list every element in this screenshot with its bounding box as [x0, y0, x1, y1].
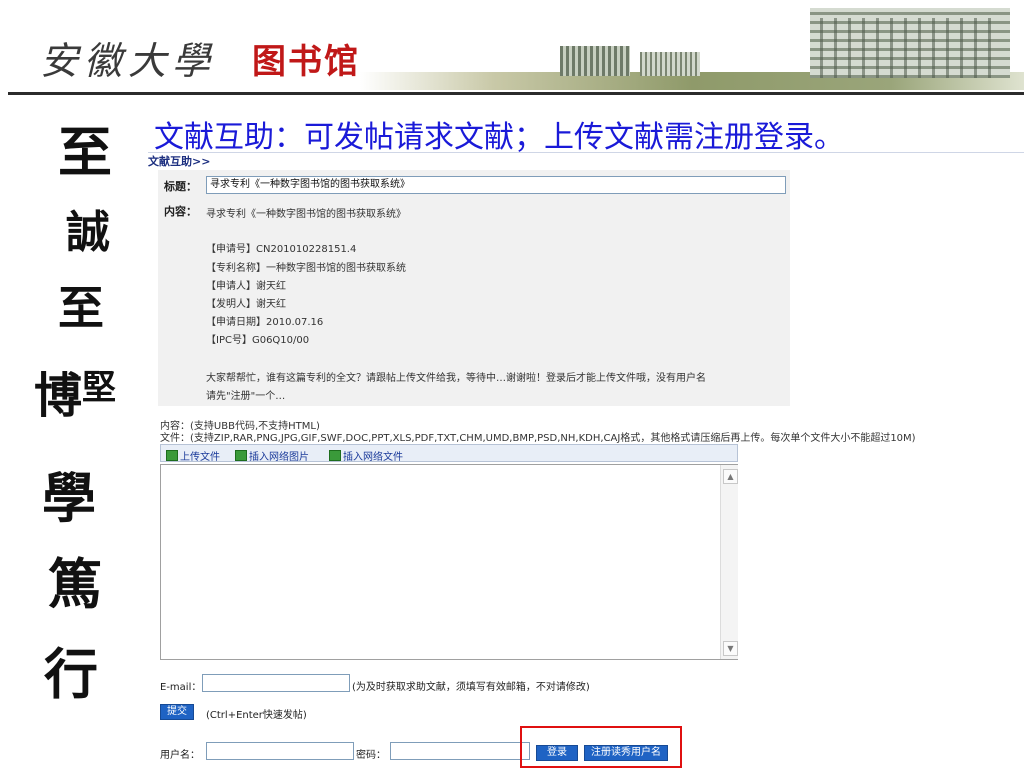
breadcrumb-divider — [148, 152, 1024, 153]
content-label: 内容： — [164, 205, 197, 218]
file-icon — [329, 450, 341, 461]
scroll-down-icon[interactable]: ▼ — [723, 641, 738, 656]
post-content-line: 请先"注册"一个… — [206, 391, 286, 402]
library-name: 图书馆 — [252, 42, 360, 82]
email-field[interactable] — [202, 674, 350, 692]
file-format-note: 文件：(支持ZIP,RAR,PNG,JPG,GIF,SWF,DOC,PPT,XL… — [160, 433, 916, 444]
motto-char-4: 博 — [34, 368, 83, 424]
username-label: 用户名： — [160, 750, 200, 761]
title-label: 标题： — [164, 180, 197, 193]
title-field[interactable]: 寻求专利《一种数字图书馆的图书获取系统》 — [206, 176, 786, 194]
library-building-windows — [820, 18, 1000, 78]
university-name: 安徽大學 — [40, 39, 217, 83]
building-image — [640, 52, 700, 76]
post-content-line: 【专利名称】一种数字图书馆的图书获取系统 — [206, 263, 406, 274]
slide-headline: 文献互助：可发帖请求文献；上传文献需注册登录。 — [154, 120, 844, 155]
editor-toolbar: 上传文件 插入网络图片 插入网络文件 — [160, 444, 738, 463]
motto-char-2: 誠 — [66, 207, 110, 258]
password-field[interactable] — [390, 742, 530, 760]
header-banner: 安徽大學 图书馆 — [0, 0, 1024, 96]
banner-divider — [8, 92, 1024, 95]
insert-file-button[interactable]: 插入网络文件 — [329, 448, 403, 463]
motto-char-6: 學 — [42, 466, 96, 530]
textarea-scrollbar[interactable]: ▲ ▼ — [720, 465, 738, 659]
post-content-line: 【申请号】CN201010228151.4 — [206, 244, 357, 255]
submit-button[interactable]: 提交 — [160, 704, 194, 720]
breadcrumb[interactable]: 文献互助>> — [148, 153, 210, 169]
motto-char-1: 至 — [58, 120, 112, 184]
image-icon — [235, 450, 247, 461]
post-content-line: 【申请人】谢天红 — [206, 281, 286, 292]
upload-file-button[interactable]: 上传文件 — [166, 448, 220, 463]
upload-file-label: 上传文件 — [180, 452, 220, 463]
email-hint: (为及时获取求助文献，须填写有效邮箱，不对请修改) — [352, 682, 590, 693]
scroll-up-icon[interactable]: ▲ — [723, 469, 738, 484]
post-content-line: 【IPC号】G06Q10/00 — [206, 335, 310, 346]
motto-char-8: 行 — [44, 642, 98, 706]
post-content-line: 【申请日期】2010.07.16 — [206, 317, 324, 328]
content-textarea[interactable] — [160, 464, 738, 660]
post-content-line: 寻求专利《一种数字图书馆的图书获取系统》 — [206, 209, 406, 220]
username-field[interactable] — [206, 742, 354, 760]
building-image — [560, 46, 630, 76]
insert-image-button[interactable]: 插入网络图片 — [235, 448, 309, 463]
submit-shortcut-hint: (Ctrl+Enter快速发帖) — [206, 710, 307, 721]
motto-char-5: 堅 — [82, 368, 116, 408]
password-label: 密码： — [356, 750, 386, 761]
insert-file-label: 插入网络文件 — [343, 452, 403, 463]
insert-image-label: 插入网络图片 — [249, 452, 309, 463]
motto-char-3: 至 — [58, 281, 104, 335]
post-content-line: 【发明人】谢天红 — [206, 299, 286, 310]
post-content-line: 大家帮帮忙，谁有这篇专利的全文？请跟帖上传文件给我，等待中…谢谢啦！登录后才能上… — [206, 373, 706, 384]
highlight-box — [520, 726, 682, 768]
motto-char-7: 篤 — [48, 552, 102, 616]
upload-icon — [166, 450, 178, 461]
email-label: E-mail： — [160, 682, 202, 693]
